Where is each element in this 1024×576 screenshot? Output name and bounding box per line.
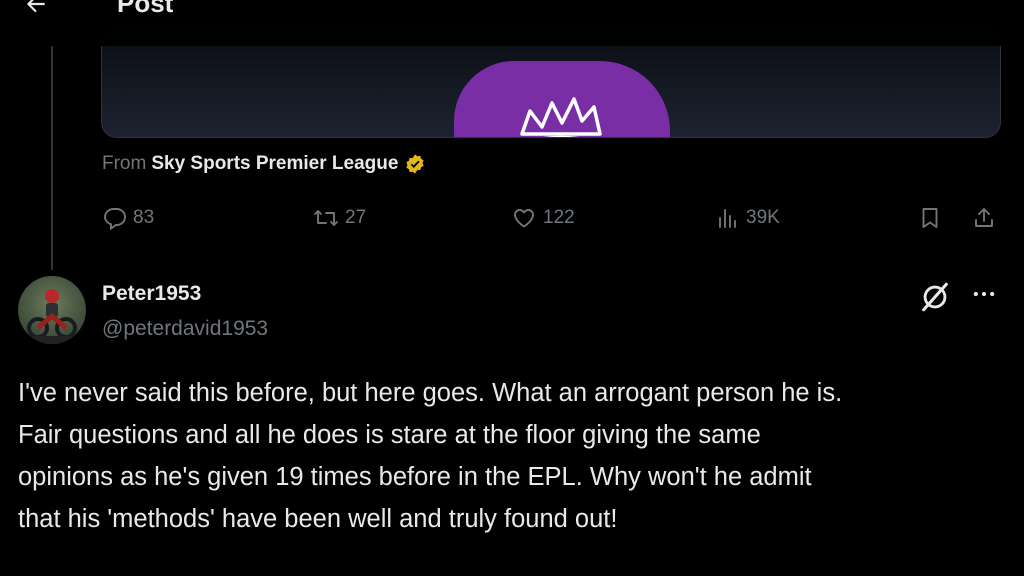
reply-text-line: Fair questions and all he does is stare … (18, 421, 761, 449)
avatar[interactable] (18, 276, 86, 344)
reply-text-line: opinions as he's given 19 times before i… (18, 463, 812, 491)
grok-icon[interactable] (918, 280, 952, 319)
source-prefix: From (102, 153, 147, 174)
like-action[interactable]: 122 (511, 206, 575, 230)
back-arrow-icon[interactable] (18, 0, 54, 22)
reply-text-line: that his 'methods' have been well and tr… (18, 505, 618, 533)
user-handle[interactable]: @peterdavid1953 (102, 317, 268, 341)
share-icon (975, 208, 993, 227)
display-name[interactable]: Peter1953 (102, 282, 201, 306)
thread-connector-line (51, 46, 53, 270)
reply-text-line: I've never said this before, but here go… (18, 379, 843, 407)
source-name-link[interactable]: Sky Sports Premier League (151, 153, 398, 175)
top-bar: Post (0, 0, 1024, 46)
reply-icon (104, 208, 126, 230)
reply-count: 83 (133, 207, 155, 228)
bookmark-action[interactable] (918, 206, 948, 230)
analytics-icon (719, 209, 736, 228)
bookmark-icon (922, 208, 938, 228)
source-attribution: From Sky Sports Premier League (102, 153, 426, 175)
repost-icon (314, 210, 338, 226)
page-title: Post (117, 0, 174, 18)
verified-badge-icon (404, 153, 426, 175)
reply-text: I've never said this before, but here go… (18, 372, 1008, 540)
view-count: 39K (746, 207, 780, 228)
like-count: 122 (543, 207, 575, 228)
repost-count: 27 (345, 207, 367, 228)
share-action[interactable] (972, 206, 1002, 230)
repost-action[interactable]: 27 (313, 206, 366, 230)
post-media-image[interactable] (101, 30, 1001, 138)
more-options-icon[interactable] (970, 280, 998, 313)
motorcyclist-avatar-image (18, 289, 86, 344)
heart-icon (514, 209, 534, 228)
premier-league-lion-crown-icon (520, 97, 602, 137)
views-action[interactable]: 39K (716, 206, 780, 230)
reply-action[interactable]: 83 (103, 206, 154, 230)
